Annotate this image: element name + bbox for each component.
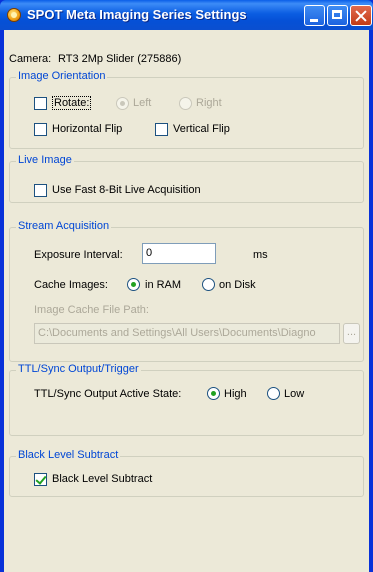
cache-in-ram-label[interactable]: in RAM xyxy=(145,279,181,291)
rotate-label[interactable]: Rotate: xyxy=(52,96,92,110)
camera-label: Camera: xyxy=(9,53,52,65)
stream-acquisition-group: Stream Acquisition Exposure Interval: 0 … xyxy=(9,220,364,362)
spot-app-icon xyxy=(7,8,21,22)
title-bar[interactable]: SPOT Meta Imaging Series Settings xyxy=(0,0,373,30)
rotate-checkbox[interactable] xyxy=(34,97,47,110)
cache-path-input[interactable]: C:\Documents and Settings\All Users\Docu… xyxy=(34,323,340,344)
horizontal-flip-checkbox[interactable] xyxy=(34,123,47,136)
ttl-sync-group: TTL/Sync Output/Trigger TTL/Sync Output … xyxy=(9,363,364,436)
horizontal-flip-label[interactable]: Horizontal Flip xyxy=(52,123,122,135)
dialog-body: Camera: RT3 2Mp Slider (275886) Image Or… xyxy=(4,30,369,572)
maximize-button[interactable] xyxy=(327,5,348,26)
rotate-right-radio[interactable] xyxy=(179,97,192,110)
ttl-state-label: TTL/Sync Output Active State: xyxy=(34,388,182,400)
vertical-flip-checkbox[interactable] xyxy=(155,123,168,136)
exposure-unit-label: ms xyxy=(253,249,268,261)
black-level-group: Black Level Subtract Black Level Subtrac… xyxy=(9,449,364,497)
live-image-title: Live Image xyxy=(16,154,74,166)
stream-acquisition-title: Stream Acquisition xyxy=(16,220,112,232)
vertical-flip-label[interactable]: Vertical Flip xyxy=(173,123,230,135)
cache-images-label: Cache Images: xyxy=(34,279,108,291)
ttl-low-label[interactable]: Low xyxy=(284,388,304,400)
cache-path-label: Image Cache File Path: xyxy=(34,304,149,316)
ttl-sync-title: TTL/Sync Output/Trigger xyxy=(16,363,141,375)
fast-acquisition-label[interactable]: Use Fast 8-Bit Live Acquisition xyxy=(52,184,201,196)
rotate-right-label[interactable]: Right xyxy=(196,97,222,109)
camera-value: RT3 2Mp Slider (275886) xyxy=(58,53,182,65)
browse-button[interactable]: ... xyxy=(343,323,360,344)
cache-on-disk-radio[interactable] xyxy=(202,278,215,291)
rotate-left-label[interactable]: Left xyxy=(133,97,151,109)
settings-window: SPOT Meta Imaging Series Settings Camera… xyxy=(0,0,373,572)
cache-in-ram-radio[interactable] xyxy=(127,278,140,291)
close-button[interactable] xyxy=(350,5,372,26)
black-level-label[interactable]: Black Level Subtract xyxy=(52,473,152,485)
exposure-interval-input[interactable]: 0 xyxy=(142,243,216,264)
rotate-left-radio[interactable] xyxy=(116,97,129,110)
black-level-title: Black Level Subtract xyxy=(16,449,121,461)
ttl-low-radio[interactable] xyxy=(267,387,280,400)
fast-acquisition-checkbox[interactable] xyxy=(34,184,47,197)
minimize-button[interactable] xyxy=(304,5,325,26)
image-orientation-group: Image Orientation Rotate: Left Right Hor… xyxy=(9,70,364,149)
image-orientation-title: Image Orientation xyxy=(16,70,108,82)
ttl-high-radio[interactable] xyxy=(207,387,220,400)
exposure-interval-label: Exposure Interval: xyxy=(34,249,123,261)
ttl-high-label[interactable]: High xyxy=(224,388,247,400)
black-level-checkbox[interactable] xyxy=(34,473,47,486)
cache-on-disk-label[interactable]: on Disk xyxy=(219,279,256,291)
live-image-group: Live Image Use Fast 8-Bit Live Acquisiti… xyxy=(9,154,364,203)
window-title: SPOT Meta Imaging Series Settings xyxy=(27,7,247,22)
